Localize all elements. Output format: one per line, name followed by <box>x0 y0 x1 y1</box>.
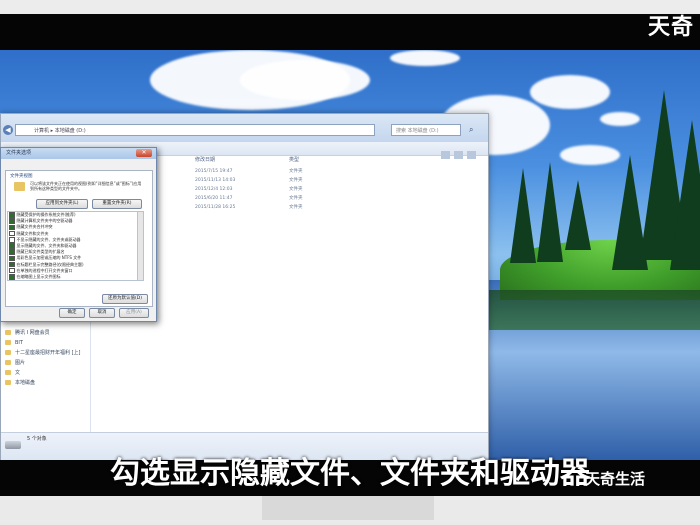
dialog-tabs: 常规查看搜索 <box>5 161 65 181</box>
search-input[interactable]: 搜索 本地磁盘 (D:) <box>391 124 461 136</box>
file-list: 2015/7/15 19:47 文件夹 2015/11/13 14:03 文件夹 2… <box>195 167 395 212</box>
setting-label: 隐藏文件夹合并冲突 <box>16 224 53 230</box>
nav-item[interactable]: 十二星座最招财开年福利 [上] <box>5 348 89 358</box>
setting-label: 显示隐藏的文件、文件夹和驱动器 <box>16 242 77 248</box>
ok-button[interactable]: 确定 <box>59 308 85 318</box>
setting-label: 隐藏受保护的操作系统文件(推荐) <box>16 212 76 217</box>
unchecked-checkbox-icon[interactable] <box>9 267 15 274</box>
cloud <box>530 75 610 109</box>
setting-label: 在标题栏显示完整路径(仅限经典主题) <box>16 261 84 267</box>
folder-icon <box>5 360 11 365</box>
status-text: 5 个对象 <box>27 436 47 442</box>
apply-to-folders-button[interactable]: 应用到文件夹(L) <box>36 199 88 209</box>
advanced-settings-list: 隐藏受保护的操作系统文件(推荐) 隐藏计算机文件夹中的空驱动器 隐藏文件夹合并冲突隐… <box>7 211 139 281</box>
nav-item[interactable]: 本地磁盘 <box>5 378 89 388</box>
search-icon[interactable]: ⌕ <box>469 124 479 136</box>
setting-label: 隐藏文件和文件夹 <box>16 230 49 236</box>
folder-icon <box>5 330 11 335</box>
tree <box>510 168 536 263</box>
back-arrow-icon[interactable]: ◀ <box>3 125 13 135</box>
setting-label: 隐藏已知文件类型的扩展名 <box>16 249 65 255</box>
folder-icon <box>14 182 25 191</box>
setting-label: 隐藏计算机文件夹中的空驱动器 <box>16 218 73 224</box>
tree <box>565 180 591 250</box>
file-row[interactable]: 2015/6/20 11:47 文件夹 <box>195 194 395 203</box>
unchecked-checkbox-icon[interactable] <box>9 230 15 237</box>
folder-icon <box>5 380 11 385</box>
restore-defaults-button[interactable]: 还原为默认值(D) <box>102 294 148 304</box>
folder-icon <box>5 370 11 375</box>
nav-item[interactable]: 图片 <box>5 358 89 368</box>
cancel-button[interactable]: 取消 <box>89 308 115 318</box>
dialog-title: 文件夹选项 <box>1 148 156 159</box>
checked-checkbox-icon[interactable] <box>9 218 15 224</box>
folder-options-dialog: 文件夹选项 ✕ 常规查看搜索 文件夹视图 可以将该文件夹正在使用的视图(例如“详… <box>0 147 157 322</box>
column-date[interactable]: 修改日期 <box>195 156 215 163</box>
file-row[interactable]: 2015/12/4 12:03 文件夹 <box>195 185 395 194</box>
folder-views-label: 文件夹视图 <box>10 174 33 179</box>
nav-item[interactable]: 文 <box>5 368 89 378</box>
folder-icon <box>5 350 11 355</box>
cloud <box>560 145 620 165</box>
checked-checkbox-icon[interactable] <box>9 261 15 268</box>
folder-icon <box>5 340 11 345</box>
nav-item[interactable]: 腾讯 I 网盘会员 <box>5 328 89 338</box>
unchecked-checkbox-icon[interactable] <box>9 237 15 243</box>
tree <box>670 120 700 270</box>
tree <box>537 162 563 262</box>
file-row[interactable]: 2015/11/28 16:25 文件夹 <box>195 203 395 212</box>
file-row[interactable]: 2015/7/15 19:47 文件夹 <box>195 167 395 176</box>
checked-checkbox-icon[interactable] <box>9 224 15 231</box>
reset-folders-button[interactable]: 重置文件夹(R) <box>92 199 142 209</box>
drive-icon <box>5 441 21 449</box>
setting-label: 在缩略图上显示文件图标 <box>16 273 61 279</box>
cloud <box>390 50 460 66</box>
top-black-bar <box>0 14 700 50</box>
setting-label: 不显示隐藏的文件、文件夹或驱动器 <box>16 236 81 242</box>
apply-button[interactable]: 应用(A) <box>119 308 149 318</box>
checked-checkbox-icon[interactable] <box>9 249 15 255</box>
settings-scrollbar[interactable] <box>137 211 144 281</box>
checked-checkbox-icon[interactable] <box>9 255 15 262</box>
nav-item[interactable]: BIT <box>5 338 89 348</box>
column-type[interactable]: 类型 <box>289 156 299 163</box>
folder-views-description: 可以将该文件夹正在使用的视图(例如“详细信息”或“图标”)应用到所有这种类型的文… <box>30 181 142 191</box>
checked-checkbox-icon[interactable] <box>9 280 15 281</box>
setting-label: 在单独的进程中打开文件夹窗口 <box>16 267 73 273</box>
setting-label: 在文件夹提示中显示文件大小信息 <box>17 280 77 281</box>
setting-label: 用彩色显示加密或压缩的 NTFS 文件 <box>16 255 82 261</box>
file-row[interactable]: 2015/11/13 14:03 文件夹 <box>195 176 395 185</box>
tree-reflection <box>487 290 700 330</box>
watermark-logo: 天奇生活 <box>585 470 646 488</box>
checked-checkbox-icon[interactable] <box>9 274 15 280</box>
cloud <box>600 112 640 126</box>
cloud <box>240 60 370 100</box>
checked-checkbox-icon[interactable] <box>9 243 15 249</box>
navigation-pane: 腾讯 I 网盘会员 BIT 十二星座最招财开年福利 [上] 图片 文 本地磁盘 <box>5 328 89 388</box>
setting-item[interactable]: 在文件夹提示中显示文件大小信息 <box>8 280 138 281</box>
brand-logo: 天奇 <box>647 15 694 40</box>
close-icon[interactable]: ✕ <box>136 149 152 157</box>
checked-checkbox-icon[interactable] <box>9 212 15 218</box>
address-bar[interactable]: 计算机 ▸ 本地磁盘 (D:) <box>15 124 375 136</box>
monitor-top-edge <box>0 0 700 14</box>
monitor-stand <box>262 496 434 520</box>
